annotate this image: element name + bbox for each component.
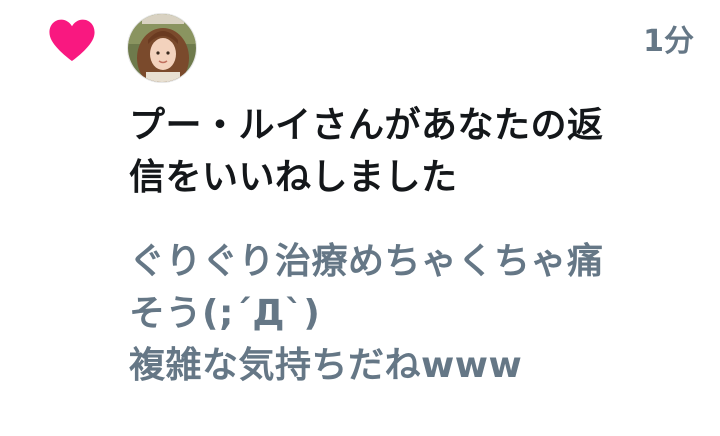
avatar[interactable] xyxy=(127,13,197,83)
heart-icon xyxy=(49,19,95,62)
message-line: 信をいいねしました xyxy=(129,157,458,198)
like-notification[interactable]: 1分 プー・ルイさんがあなたの返 信をいいねしました ぐりぐり治療めちゃくちゃ痛… xyxy=(0,0,720,436)
avatar-image xyxy=(128,14,196,82)
message-line: プー・ルイさんがあなたの返 xyxy=(129,105,604,146)
quoted-line: そう(;´Д`) xyxy=(129,293,321,334)
quoted-reply-text[interactable]: ぐりぐり治療めちゃくちゃ痛 そう(;´Д`) 複雑な気持ちだねwww xyxy=(129,236,704,392)
notification-message: プー・ルイさんがあなたの返 信をいいねしました xyxy=(129,100,704,204)
timestamp: 1分 xyxy=(643,24,694,59)
quoted-line: ぐりぐり治療めちゃくちゃ痛 xyxy=(129,241,604,282)
quoted-line: 複雑な気持ちだねwww xyxy=(129,345,523,386)
